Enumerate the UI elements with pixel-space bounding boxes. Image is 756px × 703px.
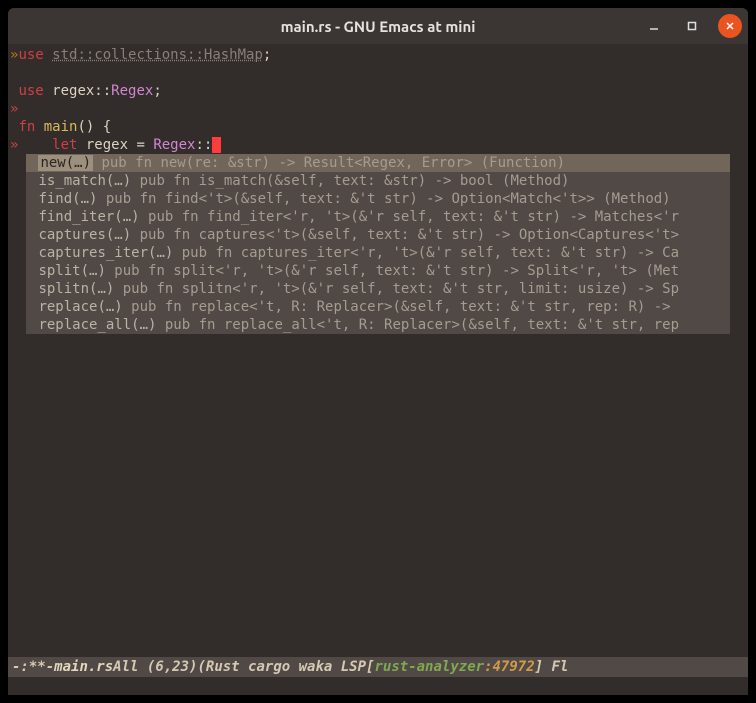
titlebar[interactable]: main.rs - GNU Emacs at mini xyxy=(8,8,748,44)
minimize-icon xyxy=(648,20,660,32)
buffer-position: All (6,23) xyxy=(113,659,197,675)
completion-item[interactable]: new(…) pub fn new(re: &str) -> Result<Re… xyxy=(26,154,730,172)
mode-indicators: (Rust cargo waka LSP[rust-analyzer:47972… xyxy=(197,659,568,675)
code-line xyxy=(8,64,748,82)
maximize-icon xyxy=(686,20,698,32)
code-line: » xyxy=(8,100,748,118)
code-line: use regex::Regex; xyxy=(8,82,748,100)
completion-item[interactable]: replace_all(…) pub fn replace_all<'t, R:… xyxy=(26,316,730,334)
editor-area[interactable]: »use std::collections::HashMap; use rege… xyxy=(8,44,748,657)
code-line: » let regex = Regex::_ xyxy=(8,136,748,154)
completion-popup[interactable]: new(…) pub fn new(re: &str) -> Result<Re… xyxy=(26,154,730,334)
completion-item[interactable]: find(…) pub fn find<'t>(&self, text: &'t… xyxy=(26,190,730,208)
buffer-status: -:**- xyxy=(12,659,54,675)
window-title: main.rs - GNU Emacs at mini xyxy=(8,18,748,35)
code-line: »use std::collections::HashMap; xyxy=(8,46,748,64)
emacs-window: main.rs - GNU Emacs at mini »use std::co… xyxy=(8,8,748,695)
completion-item[interactable]: captures_iter(…) pub fn captures_iter<'r… xyxy=(26,244,730,262)
close-icon xyxy=(724,20,736,32)
completion-item[interactable]: find_iter(…) pub fn find_iter<'r, 't>(&'… xyxy=(26,208,730,226)
buffer-filename: main.rs xyxy=(54,659,113,675)
code-line: fn main() { xyxy=(8,118,748,136)
minibuffer[interactable] xyxy=(8,677,748,695)
completion-item[interactable]: split(…) pub fn split<'r, 't>(&'r self, … xyxy=(26,262,730,280)
completion-item[interactable]: splitn(…) pub fn splitn<'r, 't>(&'r self… xyxy=(26,280,730,298)
window-controls xyxy=(642,14,742,38)
cursor: _ xyxy=(212,137,220,153)
completion-item[interactable]: is_match(…) pub fn is_match(&self, text:… xyxy=(26,172,730,190)
close-button[interactable] xyxy=(718,14,742,38)
minimize-button[interactable] xyxy=(642,14,666,38)
completion-item[interactable]: captures(…) pub fn captures<'t>(&self, t… xyxy=(26,226,730,244)
modeline[interactable]: -:**- main.rs All (6,23) (Rust cargo wak… xyxy=(8,657,748,677)
maximize-button[interactable] xyxy=(680,14,704,38)
completion-item[interactable]: replace(…) pub fn replace<'t, R: Replace… xyxy=(26,298,730,316)
